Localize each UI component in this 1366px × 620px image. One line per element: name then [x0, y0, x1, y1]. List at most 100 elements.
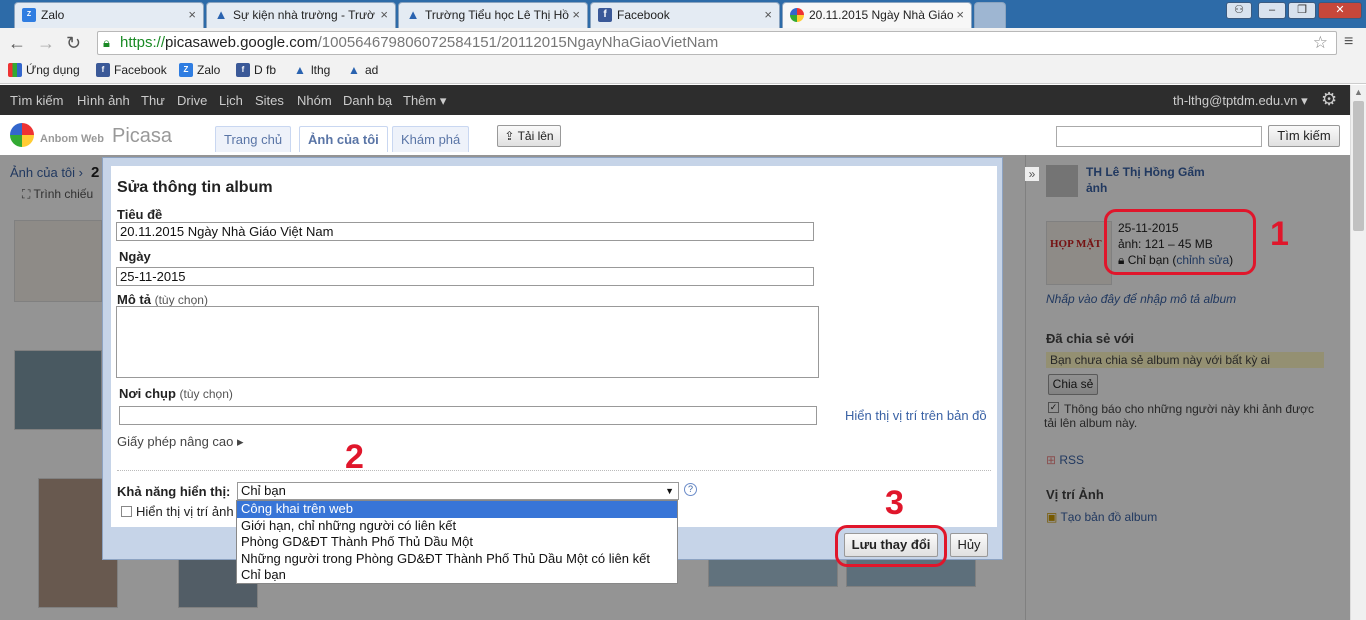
option-public[interactable]: Công khai trên web [237, 501, 677, 518]
facebook-icon: f [598, 8, 612, 22]
reload-icon[interactable]: ↻ [66, 33, 81, 54]
title-field[interactable]: 20.11.2015 Ngày Nhà Giáo Việt Nam [116, 222, 814, 241]
back-icon[interactable]: ← [8, 33, 26, 54]
gbar-more[interactable]: Thêm ▾ [403, 93, 446, 109]
gbar-search[interactable]: Tìm kiếm [10, 93, 63, 108]
close-icon[interactable]: × [956, 7, 964, 22]
bookmark-label: Ứng dụng [26, 63, 80, 77]
tab-my-photos[interactable]: Ảnh của tôi [299, 126, 388, 152]
bookmark-label: Facebook [114, 63, 167, 77]
gbar-drive[interactable]: Drive [177, 93, 207, 108]
scrollbar[interactable]: ▲ [1350, 85, 1366, 620]
lock-icon: 🔒︎ [103, 35, 110, 50]
search-input[interactable] [1056, 126, 1262, 147]
search-button[interactable]: Tìm kiếm [1268, 125, 1340, 147]
google-bar: Tìm kiếm Hình ảnh Thư Drive Lịch Sites N… [0, 85, 1366, 115]
bookmark-zalo[interactable]: Z Zalo [179, 63, 220, 77]
date-field[interactable]: 25-11-2015 [116, 267, 814, 286]
annotation-number-2: 2 [345, 438, 364, 476]
address-bar[interactable]: 🔒︎ https://picasaweb.google.com/10056467… [97, 31, 1337, 55]
tab-zalo[interactable]: Z Zalo × [14, 2, 204, 28]
upload-button[interactable]: ⇪ Tải lên [497, 125, 561, 147]
option-limited[interactable]: Giới hạn, chỉ những người có liên kết [237, 518, 677, 535]
upload-icon: ⇪ [504, 129, 518, 143]
minimize-icon[interactable]: – [1258, 2, 1286, 19]
divider [117, 470, 991, 471]
description-label-text: Mô tả [117, 292, 151, 307]
bookmarks-bar: Ứng dụng f Facebook Z Zalo f D fb ▲ lthg ▲ ad [0, 58, 1366, 84]
tab-picasa-album[interactable]: 20.11.2015 Ngày Nhà Giáo × [782, 2, 972, 28]
drop-icon: ▲ [406, 7, 420, 22]
date-label: Ngày [119, 249, 151, 264]
dialog-body: Sửa thông tin album Tiêu đề 20.11.2015 N… [111, 166, 997, 527]
picasa-icon [790, 8, 804, 22]
scroll-up-icon[interactable]: ▲ [1354, 87, 1363, 97]
tab-label: 20.11.2015 Ngày Nhà Giáo [809, 8, 954, 22]
bookmark-label: ad [365, 63, 379, 77]
gbar-groups[interactable]: Nhóm [297, 93, 332, 108]
account-email[interactable]: th-lthg@tptdm.edu.vn ▾ [1173, 93, 1308, 109]
bookmark-dfb[interactable]: f D fb [236, 63, 276, 77]
bookmark-apps[interactable]: Ứng dụng [8, 63, 80, 77]
visibility-dropdown[interactable]: Công khai trên web Giới hạn, chỉ những n… [236, 500, 678, 584]
gbar-images[interactable]: Hình ảnh [77, 93, 130, 108]
location-field[interactable] [119, 406, 817, 425]
url-scheme: https:// [120, 34, 166, 51]
maximize-icon[interactable]: ❐ [1288, 2, 1316, 19]
browser-toolbar: ← → ↻ 🔒︎ https://picasaweb.google.com/10… [0, 28, 1366, 58]
gear-icon[interactable]: ⚙ [1321, 89, 1337, 110]
option-domain[interactable]: Phòng GD&ĐT Thành Phố Thủ Dầu Một [237, 534, 677, 551]
tab-truong[interactable]: ▲ Trường Tiểu học Lê Thị Hồ × [398, 2, 588, 28]
menu-icon[interactable]: ≡ [1344, 33, 1353, 51]
title-label: Tiêu đề [117, 207, 163, 222]
description-optional: (tùy chọn) [154, 293, 208, 307]
close-icon[interactable]: × [188, 7, 196, 22]
logo-picasa: Picasa [112, 125, 173, 147]
drop-icon: ▲ [294, 63, 306, 77]
option-domain-link[interactable]: Những người trong Phòng GD&ĐT Thành Phố … [237, 551, 677, 568]
zalo-icon: Z [179, 63, 193, 77]
tab-explore[interactable]: Khám phá [392, 126, 470, 152]
visibility-select[interactable]: Chỉ bạn ▼ [237, 482, 679, 500]
bookmark-ad[interactable]: ▲ ad [347, 63, 378, 77]
annotation-box-1 [1104, 209, 1256, 275]
description-label: Mô tả (tùy chọn) [117, 292, 208, 307]
logo-small: Anbom Web [40, 133, 104, 145]
tab-label: Sự kiện nhà trường - Trườ [233, 8, 375, 22]
forward-icon[interactable]: → [37, 33, 55, 54]
location-label: Nơi chụp (tùy chọn) [119, 386, 233, 401]
option-only-you[interactable]: Chỉ bạn [237, 567, 677, 584]
description-field[interactable] [116, 306, 819, 378]
advanced-license-link[interactable]: Giấy phép nâng cao ▸ [117, 434, 244, 450]
zalo-icon: Z [22, 8, 36, 22]
location-optional: (tùy chọn) [179, 387, 233, 401]
picasa-logo-icon [10, 123, 34, 147]
visibility-label: Khả năng hiển thị: [117, 484, 231, 499]
gbar-mail[interactable]: Thư [141, 93, 165, 108]
scroll-thumb[interactable] [1353, 101, 1364, 231]
user-icon[interactable]: ⚇ [1226, 2, 1252, 19]
cancel-button[interactable]: Hủy [950, 533, 988, 557]
new-tab-button[interactable] [974, 2, 1006, 28]
bookmark-lthg[interactable]: ▲ lthg [293, 63, 330, 77]
annotation-number-3: 3 [885, 484, 904, 522]
show-map-link[interactable]: Hiển thị vị trí trên bản đồ [845, 408, 987, 423]
close-icon[interactable]: × [380, 7, 388, 22]
close-window-icon[interactable]: ✕ [1318, 2, 1362, 19]
bookmark-facebook[interactable]: f Facebook [96, 63, 167, 77]
facebook-icon: f [236, 63, 250, 77]
gbar-contacts[interactable]: Danh bạ [343, 93, 392, 108]
tab-label: Facebook [617, 8, 670, 22]
help-icon[interactable]: ? [684, 483, 697, 496]
tab-facebook[interactable]: f Facebook × [590, 2, 780, 28]
tab-bar: Z Zalo × ▲ Sự kiện nhà trường - Trườ × ▲… [0, 0, 1366, 28]
gbar-sites[interactable]: Sites [255, 93, 284, 108]
close-icon[interactable]: × [572, 7, 580, 22]
show-location-checkbox[interactable] [121, 506, 132, 517]
close-icon[interactable]: × [764, 7, 772, 22]
gbar-calendar[interactable]: Lịch [219, 93, 243, 108]
expand-icon[interactable]: » [1025, 167, 1039, 181]
tab-home[interactable]: Trang chủ [215, 126, 292, 152]
star-icon[interactable]: ☆ [1313, 32, 1328, 54]
tab-su-kien[interactable]: ▲ Sự kiện nhà trường - Trườ × [206, 2, 396, 28]
